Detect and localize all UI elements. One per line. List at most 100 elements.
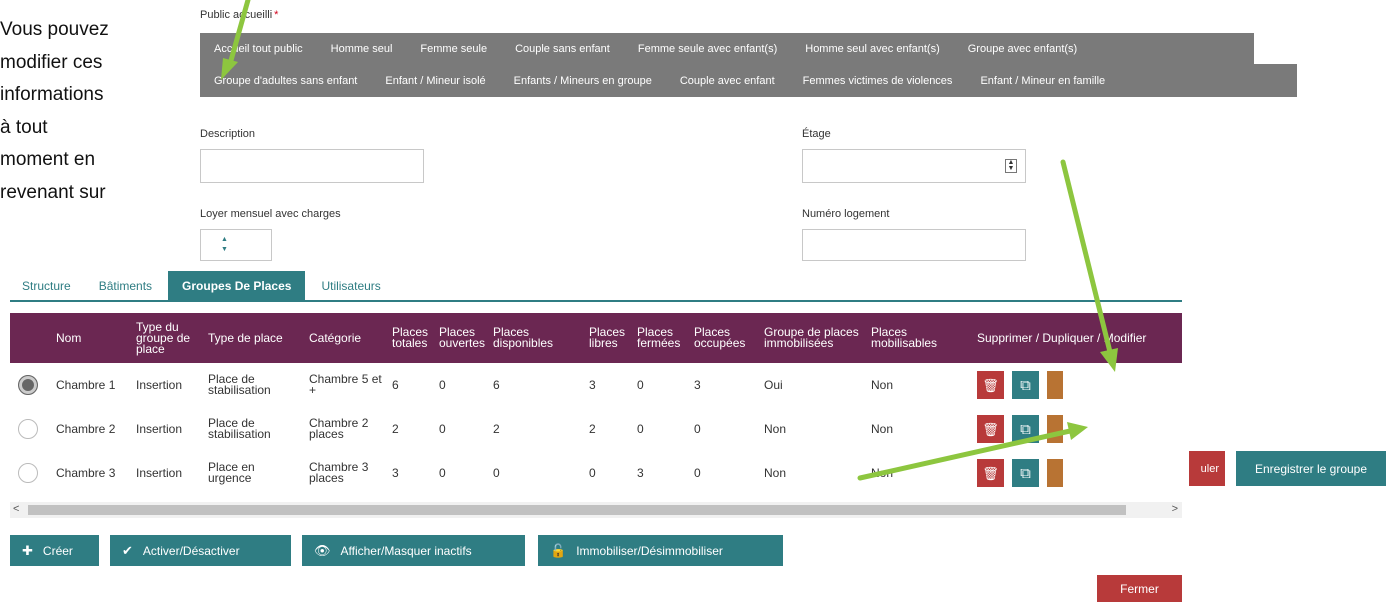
public-option[interactable]: Homme seul avec enfant(s) <box>791 33 954 64</box>
delete-button[interactable]: 🗑 <box>977 459 1004 487</box>
column-header: Places fermées <box>637 325 681 350</box>
public-option[interactable]: Accueil tout public <box>200 33 317 64</box>
public-option[interactable]: Homme seul <box>317 33 407 64</box>
modify-button[interactable] <box>1047 415 1063 443</box>
annuler-button[interactable]: uler <box>1189 451 1225 486</box>
instruction-line: à tout <box>0 116 48 138</box>
tab-groupes-de-places[interactable]: Groupes De Places <box>168 271 306 300</box>
tab-utilisateurs[interactable]: Utilisateurs <box>309 271 392 300</box>
cell-type-groupe: Insertion <box>136 421 183 436</box>
column-header: Nom <box>56 330 82 345</box>
column-header: Supprimer / Dupliquer / Modifier <box>977 330 1147 345</box>
cell-type-place: Place de stabilisation <box>208 416 271 441</box>
cell-totales: 6 <box>392 377 399 392</box>
row-radio[interactable] <box>18 463 38 483</box>
instruction-line: moment en <box>0 149 96 171</box>
instruction-line: modifier ces <box>0 51 103 73</box>
tab-structure[interactable]: Structure <box>10 271 83 300</box>
public-option[interactable]: Femme seule avec enfant(s) <box>624 33 791 64</box>
places-table-container: Nom Type du groupe de place Type de plac… <box>10 313 1182 499</box>
fermer-button[interactable]: Fermer <box>1097 575 1182 602</box>
column-header: Type du groupe de place <box>136 319 191 356</box>
table-row: Chambre 3 Insertion Place en urgence Cha… <box>10 451 1182 495</box>
public-option[interactable]: Couple avec enfant <box>666 64 789 97</box>
row-actions: 🗑 ⧉ <box>977 371 1182 399</box>
cell-categorie: Chambre 3 places <box>309 460 369 485</box>
description-label: Description <box>200 128 256 140</box>
scroll-right-icon[interactable]: > <box>1172 503 1178 515</box>
cell-libres: 3 <box>589 377 596 392</box>
duplicate-button[interactable]: ⧉ <box>1012 415 1039 443</box>
table-horizontal-scrollbar[interactable]: < > <box>10 502 1182 518</box>
creer-button[interactable]: ✚ Créer <box>10 535 99 566</box>
cell-fermees: 3 <box>637 465 644 480</box>
column-header: Catégorie <box>309 330 362 345</box>
numero-logement-label: Numéro logement <box>802 208 890 220</box>
public-option[interactable]: Femmes victimes de violences <box>789 64 967 97</box>
delete-button[interactable]: 🗑 <box>977 371 1004 399</box>
description-input[interactable] <box>200 149 424 183</box>
column-header: Places ouvertes <box>439 325 486 350</box>
required-marker: * <box>274 9 279 21</box>
activer-desactiver-button[interactable]: ✔ Activer/Désactiver <box>110 535 291 566</box>
cell-nom: Chambre 1 <box>56 377 116 392</box>
public-options-row-1: Accueil tout public Homme seul Femme seu… <box>200 33 1254 64</box>
public-option[interactable]: Enfant / Mineur isolé <box>371 64 499 97</box>
column-header: Places totales <box>392 325 429 350</box>
plus-icon: ✚ <box>22 542 33 558</box>
places-table: Nom Type du groupe de place Type de plac… <box>10 313 1182 495</box>
tab-batiments[interactable]: Bâtiments <box>87 271 164 300</box>
loyer-input[interactable]: ▲ ▼ <box>200 229 272 261</box>
table-row: Chambre 2 Insertion Place de stabilisati… <box>10 407 1182 451</box>
row-radio[interactable] <box>18 375 38 395</box>
column-header: Places mobilisables <box>871 325 938 350</box>
public-option[interactable]: Groupe d'adultes sans enfant <box>200 64 371 97</box>
delete-button[interactable]: 🗑 <box>977 415 1004 443</box>
trash-icon: 🗑 <box>982 377 999 393</box>
duplicate-button[interactable]: ⧉ <box>1012 459 1039 487</box>
etage-label: Étage <box>802 128 831 140</box>
copy-icon: ⧉ <box>1020 376 1031 394</box>
public-option[interactable]: Enfants / Mineurs en groupe <box>500 64 666 97</box>
modify-button[interactable] <box>1047 459 1063 487</box>
public-option[interactable]: Enfant / Mineur en famille <box>966 64 1119 97</box>
cell-nom: Chambre 3 <box>56 465 116 480</box>
cell-ouvertes: 0 <box>439 421 446 436</box>
check-icon: ✔ <box>122 542 133 558</box>
duplicate-button[interactable]: ⧉ <box>1012 371 1039 399</box>
scroll-left-icon[interactable]: < <box>13 503 19 515</box>
modify-button[interactable] <box>1047 371 1063 399</box>
immobiliser-button[interactable]: 🔓 Immobiliser/Désimmobiliser <box>538 535 783 566</box>
cell-type-groupe: Insertion <box>136 465 183 480</box>
column-header: Places libres <box>589 325 626 350</box>
eye-icon: 👁 <box>314 542 331 558</box>
cell-occupees: 0 <box>694 421 701 436</box>
column-header: Groupe de places immobilisées <box>764 325 859 350</box>
cell-type-place: Place en urgence <box>208 460 255 485</box>
public-option[interactable]: Femme seule <box>406 33 501 64</box>
spinner-icon[interactable]: ▲ ▼ <box>221 235 228 255</box>
public-option[interactable]: Couple sans enfant <box>501 33 624 64</box>
numero-logement-input[interactable] <box>802 229 1026 261</box>
instruction-line: revenant sur <box>0 181 106 203</box>
copy-icon: ⧉ <box>1020 420 1031 438</box>
cell-occupees: 3 <box>694 377 701 392</box>
spinner-icon[interactable]: ▲ ▼ <box>1005 159 1017 173</box>
column-header: Places disponibles <box>493 325 554 350</box>
afficher-masquer-button[interactable]: 👁 Afficher/Masquer inactifs <box>302 535 525 566</box>
table-header-row: Nom Type du groupe de place Type de plac… <box>10 313 1182 363</box>
public-options-row-2: Groupe d'adultes sans enfant Enfant / Mi… <box>200 64 1297 97</box>
etage-input[interactable]: ▲ ▼ <box>802 149 1026 183</box>
column-header: Type de place <box>208 330 283 345</box>
row-radio[interactable] <box>18 419 38 439</box>
cell-mobilisables: Non <box>871 377 894 392</box>
public-option[interactable]: Groupe avec enfant(s) <box>954 33 1091 64</box>
instruction-line: Vous pouvez <box>0 19 109 40</box>
tab-bar: Structure Bâtiments Groupes De Places Ut… <box>10 271 1182 302</box>
enregistrer-groupe-button[interactable]: Enregistrer le groupe <box>1236 451 1386 486</box>
scrollbar-thumb[interactable] <box>28 505 1126 515</box>
cell-nom: Chambre 2 <box>56 421 116 436</box>
row-actions: 🗑 ⧉ <box>977 415 1182 443</box>
cell-totales: 3 <box>392 465 399 480</box>
table-row: Chambre 1 Insertion Place de stabilisati… <box>10 363 1182 407</box>
